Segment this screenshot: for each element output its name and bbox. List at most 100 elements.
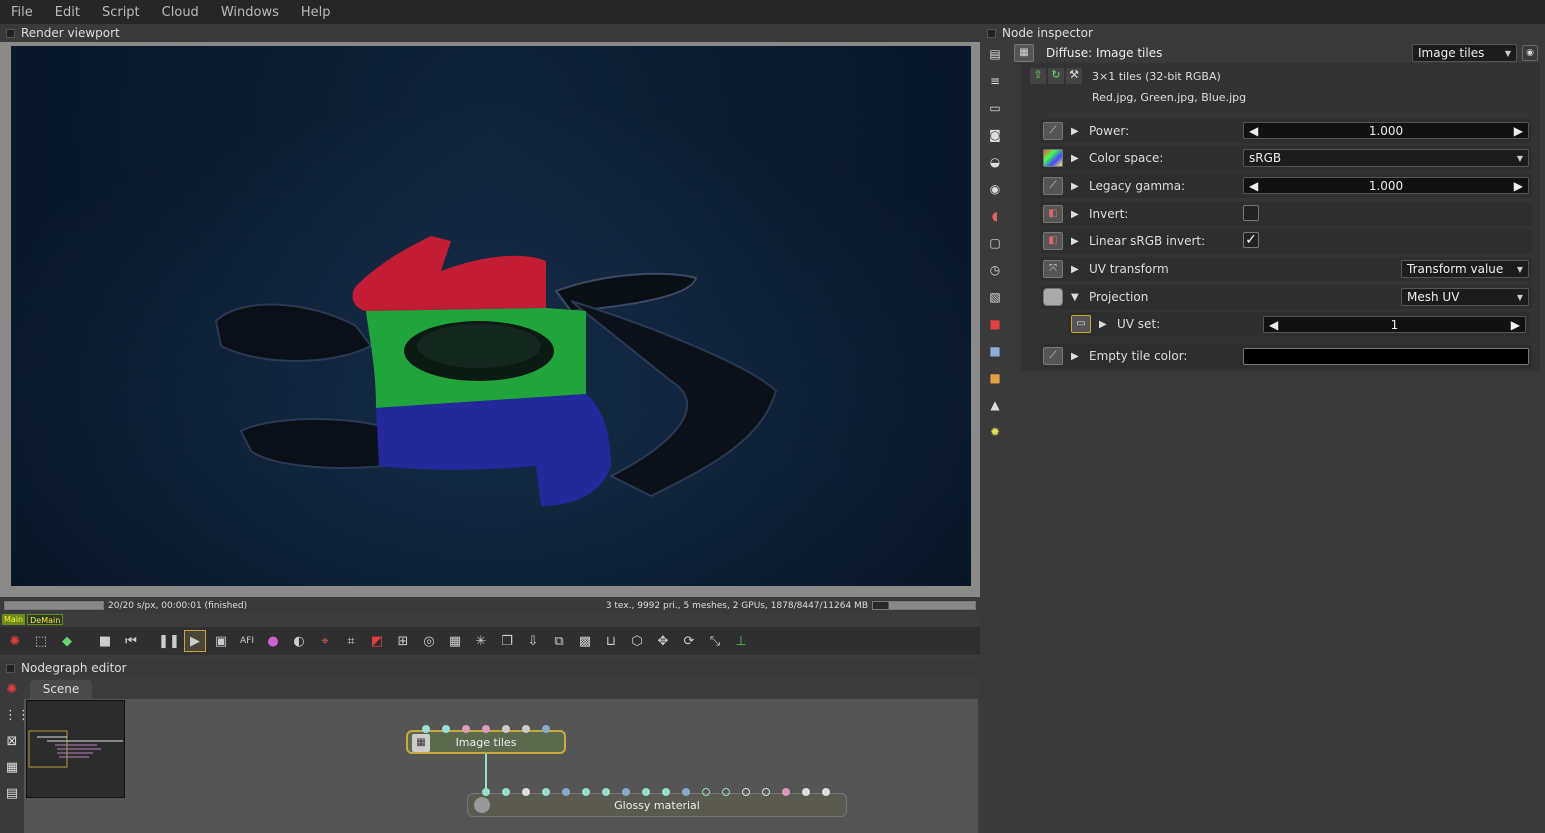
slider-right-arrow-icon[interactable]: ▶ xyxy=(1514,124,1523,138)
arrange-icon[interactable]: ⋮⋮ xyxy=(4,708,30,724)
input-pin[interactable] xyxy=(762,788,770,796)
table-icon[interactable]: ▤ xyxy=(4,786,20,802)
picker-icon[interactable]: ⌖ xyxy=(314,630,336,652)
input-pin[interactable] xyxy=(522,788,530,796)
input-pin[interactable] xyxy=(582,788,590,796)
slider-right-arrow-icon[interactable]: ▶ xyxy=(1514,179,1523,193)
stack-icon[interactable]: ▤ xyxy=(986,47,1004,65)
tab-main[interactable]: Main xyxy=(2,614,26,625)
uv-transform-dropdown[interactable]: Transform value ▼ xyxy=(1401,260,1529,278)
color-space-dropdown[interactable]: sRGB ▼ xyxy=(1243,149,1529,167)
lock-viewport-icon[interactable]: ◎ xyxy=(418,630,440,652)
menu-script[interactable]: Script xyxy=(91,5,151,20)
input-pin[interactable] xyxy=(682,788,690,796)
image-icon[interactable]: ▭ xyxy=(986,101,1004,119)
orange-cube-icon[interactable]: ■ xyxy=(986,371,1004,389)
box-icon[interactable]: ⬡ xyxy=(626,630,648,652)
input-pin[interactable] xyxy=(782,788,790,796)
input-pin[interactable] xyxy=(722,788,730,796)
checker-icon[interactable]: ▩ xyxy=(574,630,596,652)
expand-arrow-icon[interactable]: ▶ xyxy=(1099,319,1113,330)
af-icon[interactable]: AFI xyxy=(236,630,258,652)
tab-demain[interactable]: DeMain xyxy=(27,614,64,625)
menu-cloud[interactable]: Cloud xyxy=(151,5,210,20)
sphere-settings-icon[interactable]: ◉ xyxy=(986,182,1004,200)
input-pin[interactable] xyxy=(482,788,490,796)
material-icon[interactable]: ◖ xyxy=(986,209,1004,227)
scale-icon[interactable]: ⤡ xyxy=(704,630,726,652)
input-pin[interactable] xyxy=(462,725,470,733)
chart-icon[interactable]: ▧ xyxy=(986,290,1004,308)
slider-right-arrow-icon[interactable]: ▶ xyxy=(1511,318,1520,332)
expand-arrow-icon[interactable]: ▶ xyxy=(1071,264,1085,275)
input-pin[interactable] xyxy=(422,725,430,733)
light-icon[interactable]: ✹ xyxy=(986,425,1004,443)
panel-toggle[interactable] xyxy=(6,663,15,673)
frame-icon[interactable]: ▢ xyxy=(986,236,1004,254)
sphere-icon[interactable]: ◐ xyxy=(288,630,310,652)
uv-set-slider[interactable]: ◀ 1 ▶ xyxy=(1263,316,1526,333)
rotate-icon[interactable]: ⟳ xyxy=(678,630,700,652)
input-pin[interactable] xyxy=(482,725,490,733)
legacy-gamma-slider[interactable]: ◀ 1.000 ▶ xyxy=(1243,177,1529,194)
input-pin[interactable] xyxy=(662,788,670,796)
eye-icon[interactable]: ◉ xyxy=(1522,45,1538,61)
octane-node-icon[interactable]: ✺ xyxy=(4,682,20,698)
input-pin[interactable] xyxy=(822,788,830,796)
copy-icon[interactable]: ❐ xyxy=(496,630,518,652)
expand-arrow-icon[interactable]: ▶ xyxy=(1071,126,1085,137)
input-pin[interactable] xyxy=(702,788,710,796)
wrench-icon[interactable]: ⚒ xyxy=(1066,68,1082,84)
slider-left-arrow-icon[interactable]: ◀ xyxy=(1249,179,1258,193)
input-pin[interactable] xyxy=(522,725,530,733)
fit-view-icon[interactable]: ⊠ xyxy=(4,734,20,750)
stop-icon[interactable]: ■ xyxy=(94,630,116,652)
blue-cube-icon[interactable]: ■ xyxy=(986,344,1004,362)
expand-arrow-icon[interactable]: ▶ xyxy=(1071,236,1085,247)
region-icon[interactable]: ▦ xyxy=(444,630,466,652)
gizmo-settings-icon[interactable]: ✳ xyxy=(470,630,492,652)
input-pin[interactable] xyxy=(802,788,810,796)
image-tiles-node[interactable]: ▦ Image tiles xyxy=(406,730,566,754)
linear-srgb-invert-checkbox[interactable]: ✓ xyxy=(1243,232,1259,248)
layers-icon[interactable]: ⧉ xyxy=(548,630,570,652)
input-pin[interactable] xyxy=(562,788,570,796)
power-slider[interactable]: ◀ 1.000 ▶ xyxy=(1243,122,1529,139)
input-pin[interactable] xyxy=(742,788,750,796)
layers-icon[interactable]: ≡ xyxy=(986,74,1004,92)
expand-arrow-icon[interactable]: ▶ xyxy=(1071,181,1085,192)
reload-icon[interactable]: ↻ xyxy=(1048,68,1064,84)
region-select-icon[interactable]: ⬚ xyxy=(30,630,52,652)
red-cube-icon[interactable]: ■ xyxy=(986,317,1004,335)
save-render-icon[interactable]: ⇩ xyxy=(522,630,544,652)
input-pin[interactable] xyxy=(602,788,610,796)
slider-left-arrow-icon[interactable]: ◀ xyxy=(1249,124,1258,138)
render-viewport[interactable] xyxy=(11,46,971,586)
environment-icon[interactable]: ◒ xyxy=(986,155,1004,173)
menu-edit[interactable]: Edit xyxy=(44,5,91,20)
grid-icon[interactable]: ▦ xyxy=(4,760,20,776)
input-pin[interactable] xyxy=(542,788,550,796)
cube-color-icon[interactable]: ◆ xyxy=(56,630,78,652)
pick-camera-icon[interactable]: ⊞ xyxy=(392,630,414,652)
pick-material-icon[interactable]: ⌗ xyxy=(340,630,362,652)
input-pin[interactable] xyxy=(622,788,630,796)
clock-icon[interactable]: ◷ xyxy=(986,263,1004,281)
node-type-dropdown[interactable]: Image tiles ▼ xyxy=(1412,44,1517,62)
octane-logo-icon[interactable]: ✺ xyxy=(4,630,26,652)
tab-scene[interactable]: Scene xyxy=(30,680,92,699)
camera-icon[interactable]: ◙ xyxy=(986,128,1004,146)
expand-arrow-icon[interactable]: ▶ xyxy=(1071,209,1085,220)
panel-toggle[interactable] xyxy=(987,28,996,38)
slider-left-arrow-icon[interactable]: ◀ xyxy=(1269,318,1278,332)
expand-arrow-icon[interactable]: ▶ xyxy=(1071,351,1085,362)
pause-icon[interactable]: ❚❚ xyxy=(158,630,180,652)
landscape-icon[interactable]: ▲ xyxy=(986,398,1004,416)
nodegraph-minimap[interactable] xyxy=(26,700,125,798)
menu-windows[interactable]: Windows xyxy=(210,5,290,20)
restart-icon[interactable]: ⏮ xyxy=(120,630,142,652)
menu-help[interactable]: Help xyxy=(290,5,342,20)
monitor-icon[interactable]: ▣ xyxy=(210,630,232,652)
panel-toggle[interactable] xyxy=(6,28,15,38)
input-pin[interactable] xyxy=(502,788,510,796)
